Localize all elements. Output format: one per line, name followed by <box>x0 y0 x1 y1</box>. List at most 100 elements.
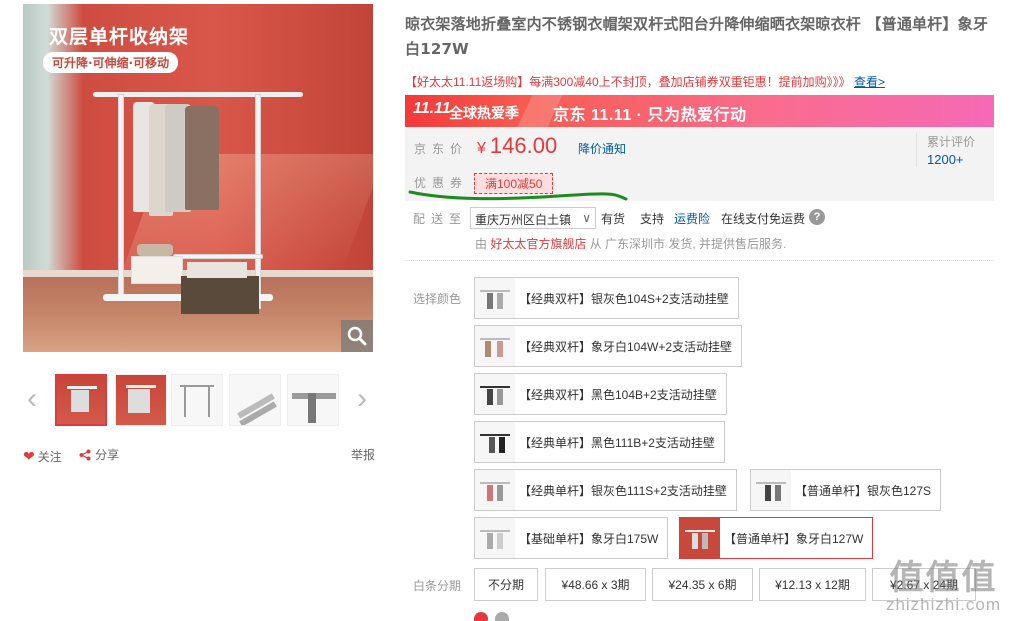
option-thumb <box>475 518 515 558</box>
thumbnail-3[interactable] <box>171 374 223 426</box>
help-icon[interactable]: ? <box>809 209 825 225</box>
color-option-8-selected[interactable]: 【普通单杆】象牙白127W <box>679 517 874 559</box>
wall-shadow <box>23 4 83 304</box>
mini-cloth <box>497 341 503 357</box>
main-product-image[interactable]: 双层单杆收纳架 可升降·可伸缩·可移动 <box>23 4 373 352</box>
thumbnail-5[interactable] <box>287 374 339 426</box>
share-row: ❤ 关注 分享 举报 <box>23 446 375 464</box>
share-button[interactable]: 分享 <box>79 446 119 463</box>
thumb-pole-glyph <box>208 385 210 417</box>
thumbnail-2[interactable] <box>115 374 167 426</box>
section-divider <box>405 260 994 261</box>
mini-bar <box>756 482 786 484</box>
storage-box-dark <box>181 276 259 314</box>
thumb-rack-glyph <box>126 385 156 388</box>
installment-option-3[interactable]: ¥24.35 x 6期 <box>652 568 753 601</box>
rack-lower-bar <box>173 254 263 259</box>
mini-bar <box>480 434 510 436</box>
option-thumb <box>475 374 515 414</box>
thumb-cloth-glyph <box>71 390 89 412</box>
thumbnail-strip: ‹ › <box>23 374 375 428</box>
mini-cloth <box>497 293 503 309</box>
address-value: 重庆万州区白土镇 <box>475 213 572 227</box>
color-option-3[interactable]: 【经典双杆】黑色104B+2支活动挂壁 <box>474 373 727 415</box>
mini-bar <box>480 482 510 484</box>
review-summary[interactable]: 累计评价 1200+ <box>916 133 994 167</box>
mini-cloth <box>765 485 771 501</box>
color-option-1[interactable]: 【经典双杆】银灰色104S+2支活动挂壁 <box>474 277 739 319</box>
mini-bar <box>480 530 510 532</box>
option-label: 【经典双杆】黑色104B+2支活动挂壁 <box>519 387 717 402</box>
color-option-4[interactable]: 【经典单杆】黑色111B+2支活动挂壁 <box>474 421 725 463</box>
color-option-6[interactable]: 【普通单杆】银灰色127S <box>750 469 942 511</box>
option-thumb <box>475 326 515 366</box>
zoom-button[interactable] <box>341 320 373 352</box>
report-link[interactable]: 举报 <box>351 446 375 463</box>
price-notice-link[interactable]: 降价通知 <box>578 140 626 157</box>
option-label: 【普通单杆】象牙白127W <box>724 531 864 546</box>
option-thumb <box>751 470 791 510</box>
mini-cloth <box>499 437 505 453</box>
option-thumb <box>680 518 720 558</box>
ad-features: 可升降·可伸缩·可移动 <box>43 52 179 73</box>
garment-4 <box>185 106 219 210</box>
insurance-link[interactable]: 运费险 <box>674 210 710 227</box>
follow-button[interactable]: ❤ 关注 <box>23 448 62 465</box>
mini-cloth <box>497 533 503 549</box>
mini-bar <box>480 338 510 340</box>
heart-icon: ❤ <box>23 447 35 464</box>
banner-slogan: 京东 11.11 · 只为热爱行动 <box>553 107 747 124</box>
mini-cloth <box>487 389 493 405</box>
thumbnail-1[interactable] <box>55 374 107 426</box>
mini-cloth <box>485 341 491 357</box>
handwritten-underline-mark <box>408 190 628 201</box>
freeship-text: 在线支付免运费 <box>721 212 806 226</box>
option-thumb <box>475 278 515 318</box>
price-number: 146.00 <box>489 133 558 158</box>
mini-cloth <box>487 533 493 549</box>
option-label: 【经典单杆】银灰色111S+2支活动挂壁 <box>519 483 727 498</box>
seller-prefix: 由 <box>475 237 488 251</box>
ad-title: 双层单杆收纳架 <box>49 26 190 48</box>
promo-view-link[interactable]: 查看> <box>854 75 885 89</box>
shoes <box>137 244 173 256</box>
storage-box-white <box>131 256 183 284</box>
promo-line: 【好太太11.11返场购】每满300减40上不封顶，叠加店铺券双重钜惠！提前加购… <box>405 73 995 90</box>
product-title: 晾衣架落地折叠室内不锈钢衣帽架双杆式阳台升降伸缩晒衣架晾衣杆 【普通单杆】象牙白… <box>405 15 989 58</box>
option-label: 【经典双杆】银灰色104S+2支活动挂壁 <box>519 291 729 306</box>
rack-left-pole <box>118 94 124 299</box>
thumbnail-4[interactable] <box>229 374 281 426</box>
watermark-logo: 值值值 <box>889 559 998 597</box>
review-label: 累计评价 <box>927 135 976 149</box>
stock-status: 有货 <box>601 212 626 226</box>
thumb-prev-arrow-icon[interactable]: ‹ <box>23 384 41 418</box>
option-label: 【基础单杆】象牙白175W <box>519 531 659 546</box>
price-value: ¥146.00 <box>477 133 557 159</box>
installment-option-2[interactable]: ¥48.66 x 3期 <box>545 568 646 601</box>
address-select[interactable]: 重庆万州区白土镇 ∨ <box>470 207 596 229</box>
installment-option-4[interactable]: ¥12.13 x 12期 <box>759 568 866 601</box>
share-label: 分享 <box>95 448 120 462</box>
promo-banner[interactable]: 11.11 全球热爱季 京东 11.11 · 只为热爱行动 <box>405 95 994 127</box>
color-option-7[interactable]: 【基础单杆】象牙白175W <box>474 517 669 559</box>
rack-top-bar <box>93 92 303 97</box>
folded-clothes <box>187 262 247 278</box>
badge-icon <box>474 612 488 621</box>
color-option-2[interactable]: 【经典双杆】象牙白104W+2支活动挂壁 <box>474 325 743 367</box>
seller-info: 由 好太太官方旗舰店 从 广东深圳市 发货, 并提供售后服务. <box>475 235 786 252</box>
installment-option-1[interactable]: 不分期 <box>474 568 538 601</box>
share-icon <box>79 449 91 460</box>
delivery-row: 配送至 重庆万州区白土镇 ∨ 有货 支持 运费险 在线支付免运费 ? <box>413 207 993 231</box>
help-icon <box>495 612 510 621</box>
installment-label: 白条分期 <box>413 579 462 593</box>
thumb-pole-glyph <box>184 385 186 417</box>
site-watermark: 值值值 zhizhizhi.com <box>886 561 1001 615</box>
magnifier-icon <box>347 326 367 346</box>
option-thumb <box>475 422 515 462</box>
shop-link[interactable]: 好太太官方旗舰店 <box>490 237 586 251</box>
color-option-5[interactable]: 【经典单杆】银灰色111S+2支活动挂壁 <box>474 469 737 511</box>
mini-cloth <box>692 533 698 549</box>
promo-text: 【好太太11.11返场购】每满300减40上不封顶，叠加店铺券双重钜惠！提前加购… <box>405 75 851 89</box>
thumb-next-arrow-icon[interactable]: › <box>353 384 371 418</box>
option-label: 【经典单杆】黑色111B+2支活动挂壁 <box>519 435 715 450</box>
